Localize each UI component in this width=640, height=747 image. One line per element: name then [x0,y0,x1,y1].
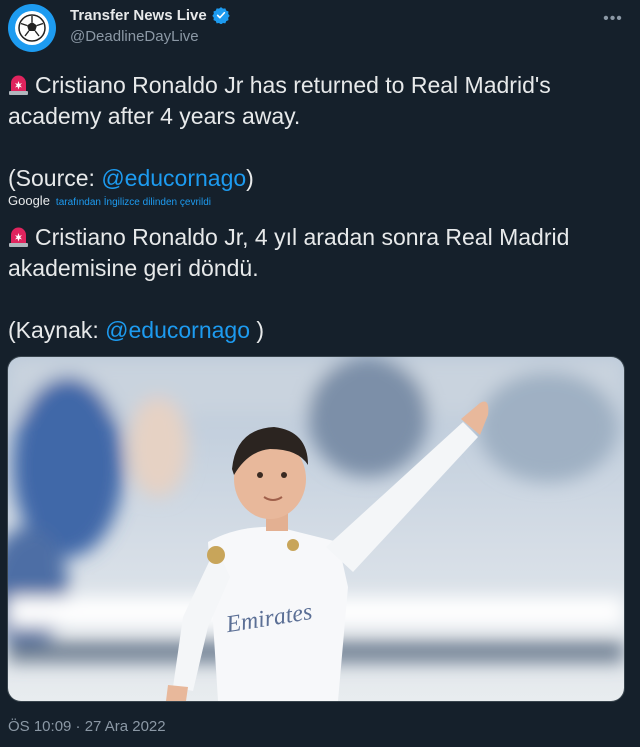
translation-note[interactable]: tarafından İngilizce dilinden çevrildi [56,197,211,208]
verified-badge-icon [212,7,230,24]
tweet-source: (Source: @educornago) [8,165,254,191]
translated-line: Cristiano Ronaldo Jr, 4 yıl aradan sonra… [8,224,570,281]
tweet-header: Transfer News Live @DeadlineDayLive ••• [8,4,632,52]
avatar[interactable] [8,4,56,52]
handle[interactable]: @DeadlineDayLive [70,28,199,45]
translated-text: Cristiano Ronaldo Jr, 4 yıl aradan sonra… [8,222,628,346]
translated-main-text: Cristiano Ronaldo Jr, 4 yıl aradan sonra… [8,222,628,284]
tweet-line: Cristiano Ronaldo Jr has returned to Rea… [8,72,551,129]
photo-illustration: Emirates [8,357,624,701]
translated-source: (Kaynak: @educornago ) [8,317,265,343]
tweet-text: Cristiano Ronaldo Jr has returned to Rea… [8,70,628,194]
more-options-icon[interactable]: ••• [598,4,628,34]
translation-attribution: Google tarafından İngilizce dilinden çev… [8,193,211,208]
siren-icon [9,75,28,95]
siren-icon [9,227,28,247]
tweet-media-photo[interactable]: Emirates [7,356,625,702]
football-icon [15,11,49,45]
display-name[interactable]: Transfer News Live [70,7,207,24]
mention-link[interactable]: @educornago [101,165,246,191]
tweet-timestamp[interactable]: ÖS 10:09 · 27 Ara 2022 [8,718,166,735]
mention-link[interactable]: @educornago [105,317,250,343]
tweet-main-text: Cristiano Ronaldo Jr has returned to Rea… [8,70,628,132]
translation-provider: Google [8,193,50,208]
